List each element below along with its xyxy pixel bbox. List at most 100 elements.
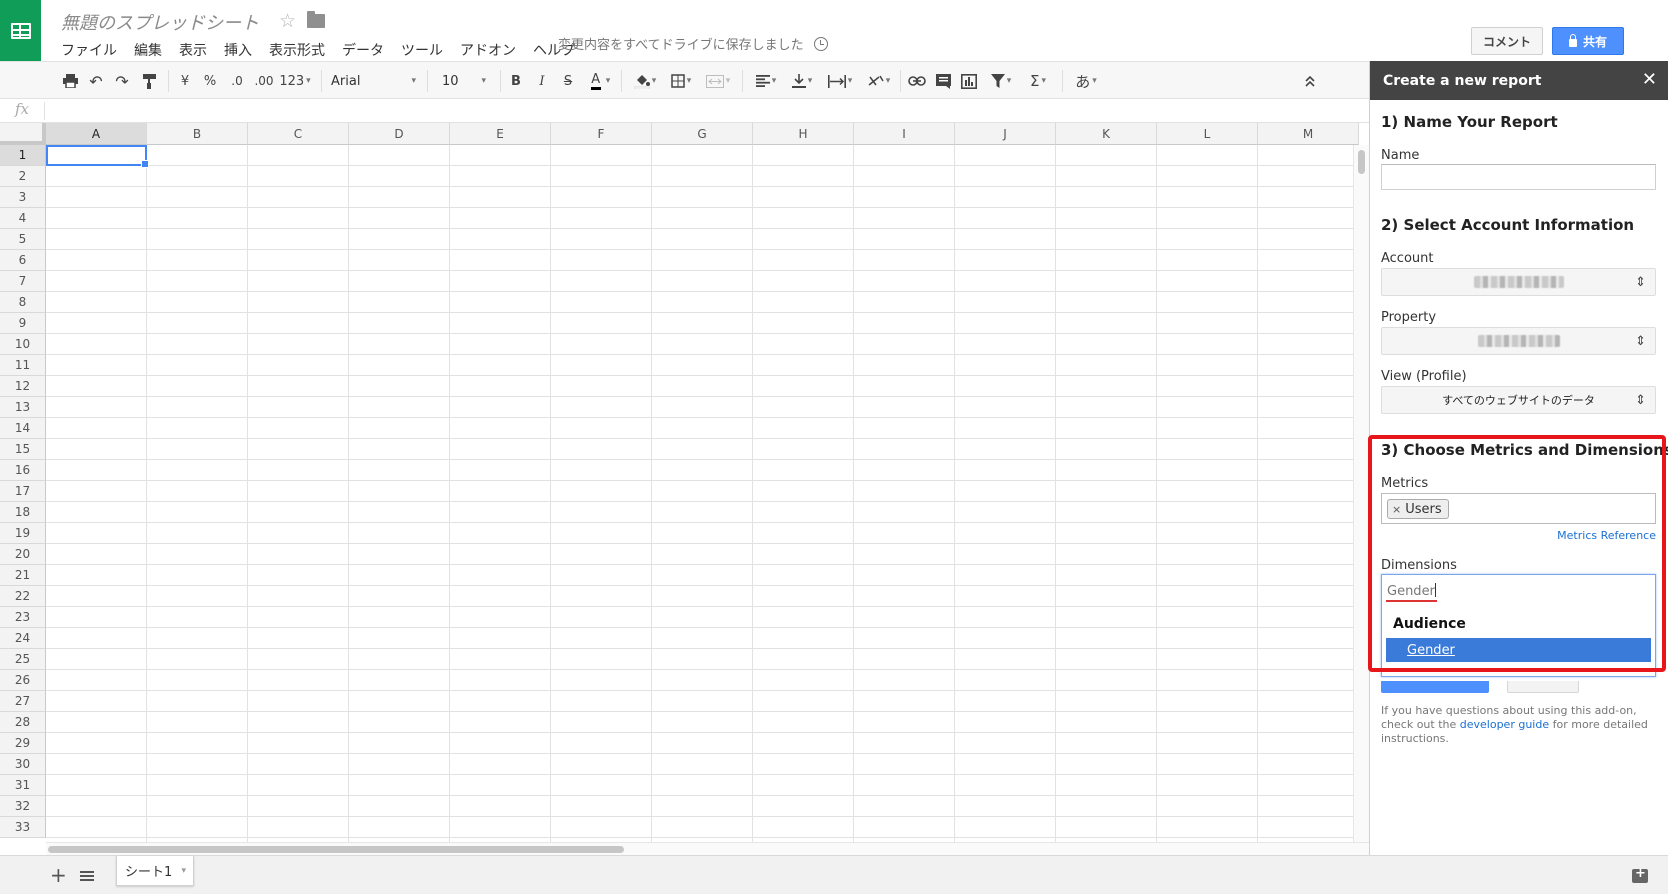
close-icon[interactable]: ✕ [1642, 69, 1657, 90]
row-header[interactable]: 33 [0, 817, 46, 838]
link-icon[interactable] [906, 69, 928, 93]
row-header[interactable]: 22 [0, 586, 46, 607]
more-formats-button[interactable]: 123 [276, 69, 314, 93]
folder-icon[interactable] [307, 11, 325, 28]
horizontal-scrollbar[interactable] [46, 842, 1369, 855]
report-name-input[interactable] [1381, 164, 1656, 190]
row-header[interactable]: 32 [0, 796, 46, 817]
row-header[interactable]: 18 [0, 502, 46, 523]
developer-guide-link[interactable]: developer guide [1460, 718, 1549, 731]
history-icon[interactable] [814, 37, 828, 51]
row-header[interactable]: 26 [0, 670, 46, 691]
row-header[interactable]: 11 [0, 355, 46, 376]
text-wrap-icon[interactable] [822, 69, 858, 93]
row-header[interactable]: 19 [0, 523, 46, 544]
row-header[interactable]: 5 [0, 229, 46, 250]
column-header[interactable]: C [248, 123, 349, 145]
create-report-button[interactable] [1381, 681, 1489, 693]
row-header[interactable]: 25 [0, 649, 46, 670]
column-header[interactable]: H [753, 123, 854, 145]
row-header[interactable]: 20 [0, 544, 46, 565]
formula-bar[interactable]: fx [0, 99, 1369, 123]
fill-color-icon[interactable] [628, 69, 662, 93]
row-header[interactable]: 21 [0, 565, 46, 586]
input-tools-button[interactable]: あ [1068, 69, 1104, 93]
strikethrough-button[interactable]: S [558, 69, 578, 93]
menu-view[interactable]: 表示 [179, 40, 207, 60]
row-header[interactable]: 7 [0, 271, 46, 292]
column-header[interactable]: A [46, 123, 147, 145]
save-status[interactable]: 変更内容をすべてドライブに保存しました [558, 34, 804, 53]
row-header[interactable]: 9 [0, 313, 46, 334]
row-header[interactable]: 13 [0, 397, 46, 418]
row-header[interactable]: 23 [0, 607, 46, 628]
row-header[interactable]: 1 [0, 145, 46, 166]
column-header[interactable]: M [1258, 123, 1359, 145]
comment-icon[interactable] [932, 69, 954, 93]
menu-file[interactable]: ファイル [61, 40, 117, 60]
sheet-tab[interactable]: シート1 [116, 856, 194, 886]
column-header[interactable]: I [854, 123, 955, 145]
row-header[interactable]: 4 [0, 208, 46, 229]
row-header[interactable]: 16 [0, 460, 46, 481]
row-header[interactable]: 17 [0, 481, 46, 502]
document-title[interactable]: 無題のスプレッドシート [61, 9, 259, 35]
menu-edit[interactable]: 編集 [134, 40, 162, 60]
star-icon[interactable]: ☆ [279, 10, 296, 32]
metrics-reference-link[interactable]: Metrics Reference [1557, 529, 1656, 542]
column-header[interactable]: K [1056, 123, 1157, 145]
share-button[interactable]: 共有 [1552, 27, 1624, 55]
column-header[interactable]: G [652, 123, 753, 145]
column-header[interactable]: L [1157, 123, 1258, 145]
row-header[interactable]: 3 [0, 187, 46, 208]
property-select[interactable] [1381, 327, 1656, 355]
select-all-corner[interactable] [0, 123, 46, 145]
row-header[interactable]: 10 [0, 334, 46, 355]
column-header[interactable]: D [349, 123, 450, 145]
account-select[interactable] [1381, 268, 1656, 296]
menu-tools[interactable]: ツール [401, 40, 443, 60]
explore-icon[interactable] [1632, 866, 1648, 883]
row-header[interactable]: 8 [0, 292, 46, 313]
comment-button[interactable]: コメント [1471, 27, 1543, 55]
decrease-decimals-button[interactable]: .0 [226, 69, 248, 93]
view-select[interactable]: すべてのウェブサイトのデータ [1381, 386, 1656, 414]
menu-insert[interactable]: 挿入 [224, 40, 252, 60]
menu-format[interactable]: 表示形式 [269, 40, 325, 60]
horizontal-scroll-thumb[interactable] [48, 846, 624, 853]
row-header[interactable]: 24 [0, 628, 46, 649]
align-left-icon[interactable] [750, 69, 782, 93]
row-header[interactable]: 12 [0, 376, 46, 397]
dimensions-autocomplete[interactable]: Gender Audience Gender [1381, 574, 1656, 677]
bold-button[interactable]: B [506, 69, 526, 93]
text-rotate-icon[interactable] [862, 69, 896, 93]
add-sheet-button[interactable]: + [50, 863, 67, 887]
paint-format-icon[interactable] [139, 69, 159, 93]
increase-decimals-button[interactable]: .00 [252, 69, 276, 93]
currency-format-button[interactable]: ¥ [176, 69, 194, 93]
merge-cells-icon[interactable] [700, 69, 736, 93]
row-header[interactable]: 15 [0, 439, 46, 460]
percent-format-button[interactable]: % [200, 69, 220, 93]
borders-icon[interactable] [666, 69, 696, 93]
font-family-select[interactable]: Arial [325, 68, 422, 94]
vertical-align-icon[interactable] [786, 69, 818, 93]
column-header[interactable]: F [551, 123, 652, 145]
row-header[interactable]: 27 [0, 691, 46, 712]
vertical-scroll-thumb[interactable] [1358, 150, 1365, 174]
active-cell-a1[interactable] [46, 145, 149, 168]
row-header[interactable]: 2 [0, 166, 46, 187]
column-header[interactable]: J [955, 123, 1056, 145]
chart-icon[interactable] [958, 69, 980, 93]
undo-icon[interactable]: ↶ [86, 69, 106, 93]
sheets-logo-icon[interactable] [0, 0, 41, 61]
text-color-button[interactable]: A [583, 69, 615, 93]
column-header[interactable]: E [450, 123, 551, 145]
menu-addons[interactable]: アドオン [460, 40, 516, 60]
row-header[interactable]: 31 [0, 775, 46, 796]
menu-data[interactable]: データ [342, 40, 384, 60]
row-header[interactable]: 6 [0, 250, 46, 271]
filter-icon[interactable] [984, 69, 1018, 93]
remove-chip-icon[interactable]: × [1392, 503, 1401, 516]
metrics-input[interactable]: × Users [1381, 493, 1656, 524]
